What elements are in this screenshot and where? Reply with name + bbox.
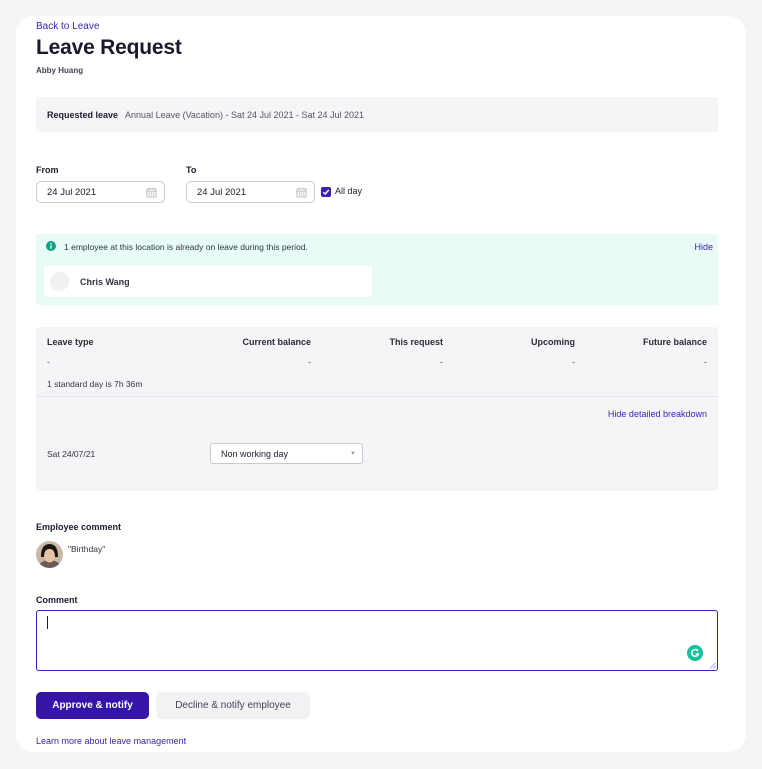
from-label: From: [36, 165, 59, 175]
employee-name: Abby Huang: [36, 66, 84, 75]
this-request-value: -: [440, 357, 443, 367]
on-leave-employee-name: Chris Wang: [80, 277, 130, 287]
on-leave-employee: Chris Wang: [44, 266, 372, 297]
info-icon: [46, 241, 56, 251]
comment-textarea[interactable]: [36, 610, 718, 671]
employee-comment-label: Employee comment: [36, 522, 122, 532]
to-date-input[interactable]: 24 Jul 2021: [186, 181, 315, 203]
hide-alert-link[interactable]: Hide: [694, 242, 713, 252]
from-date-input[interactable]: 24 Jul 2021: [36, 181, 165, 203]
comment-label: Comment: [36, 595, 78, 605]
grammarly-icon[interactable]: [687, 645, 703, 661]
requested-leave-summary: Requested leave Annual Leave (Vacation) …: [36, 97, 718, 132]
decline-notify-button[interactable]: Decline & notify employee: [156, 692, 310, 719]
from-date-value: 24 Jul 2021: [47, 186, 97, 198]
day-type-select[interactable]: Non working day ▼: [210, 443, 363, 464]
column-header-this-request: This request: [389, 337, 443, 347]
page-title: Leave Request: [36, 36, 182, 59]
resize-handle-icon[interactable]: [709, 662, 716, 669]
alert-message: 1 employee at this location is already o…: [64, 242, 308, 252]
leave-type-value: -: [47, 357, 50, 367]
employee-comment-text: "Birthday": [68, 544, 106, 554]
upcoming-value: -: [572, 357, 575, 367]
calendar-icon[interactable]: [296, 187, 307, 198]
overlap-alert: 1 employee at this location is already o…: [36, 234, 718, 305]
text-cursor: [47, 616, 48, 629]
checkmark-icon: [322, 189, 330, 196]
avatar: [36, 541, 63, 568]
chevron-down-icon: ▼: [350, 451, 356, 457]
calendar-icon[interactable]: [146, 187, 157, 198]
leave-request-card: Back to Leave Leave Request Abby Huang R…: [16, 16, 746, 752]
to-date-value: 24 Jul 2021: [197, 186, 247, 198]
back-to-leave-link[interactable]: Back to Leave: [36, 21, 99, 32]
column-header-future-balance: Future balance: [642, 337, 707, 347]
leave-breakdown-panel: Leave type Current balance This request …: [36, 327, 718, 491]
requested-leave-label: Requested leave: [47, 109, 119, 120]
to-label: To: [186, 165, 197, 175]
column-header-current-balance: Current balance: [242, 337, 311, 347]
standard-day-note: 1 standard day is 7h 36m: [47, 379, 143, 389]
day-type-selected: Non working day: [221, 448, 289, 459]
all-day-label: All day: [335, 186, 363, 196]
breakdown-row-date: Sat 24/07/21: [47, 449, 96, 459]
requested-leave-value: Annual Leave (Vacation) - Sat 24 Jul 202…: [125, 109, 365, 120]
avatar: [50, 272, 69, 291]
all-day-checkbox[interactable]: [321, 187, 331, 197]
divider: [36, 396, 718, 397]
approve-notify-button[interactable]: Approve & notify: [36, 692, 149, 719]
future-balance-value: -: [704, 357, 707, 367]
current-balance-value: -: [308, 357, 311, 367]
column-header-leave-type: Leave type: [47, 337, 94, 347]
column-header-upcoming: Upcoming: [531, 337, 575, 347]
hide-breakdown-link[interactable]: Hide detailed breakdown: [608, 409, 707, 419]
learn-more-link[interactable]: Learn more about leave management: [36, 736, 186, 746]
